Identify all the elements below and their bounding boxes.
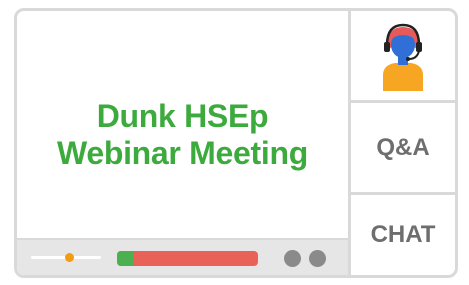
meeting-title-line-2: Webinar Meeting	[57, 134, 308, 171]
volume-slider-handle[interactable]	[65, 253, 74, 262]
qa-label: Q&A	[376, 133, 430, 161]
control-dot-button[interactable]	[284, 250, 301, 267]
meeting-title-line-1: Dunk HSEp	[96, 97, 269, 134]
presenter-tile[interactable]	[351, 11, 455, 103]
chat-button[interactable]: CHAT	[351, 195, 455, 275]
control-dot-button[interactable]	[309, 250, 326, 267]
progress-bar[interactable]	[117, 251, 258, 266]
presentation-content: Dunk HSEp Webinar Meeting	[17, 11, 348, 238]
chat-label: CHAT	[370, 221, 436, 248]
progress-bar-fill	[117, 251, 134, 266]
presenter-headset-avatar-icon	[377, 21, 429, 91]
right-sidebar: Q&A CHAT	[351, 11, 455, 275]
meeting-title: Dunk HSEp Webinar Meeting	[57, 98, 308, 172]
presentation-area: Dunk HSEp Webinar Meeting	[17, 11, 351, 275]
webinar-window: Dunk HSEp Webinar Meeting Q&A CHAT	[14, 8, 458, 278]
player-controls-bar	[17, 238, 348, 275]
qa-button[interactable]: Q&A	[351, 103, 455, 195]
